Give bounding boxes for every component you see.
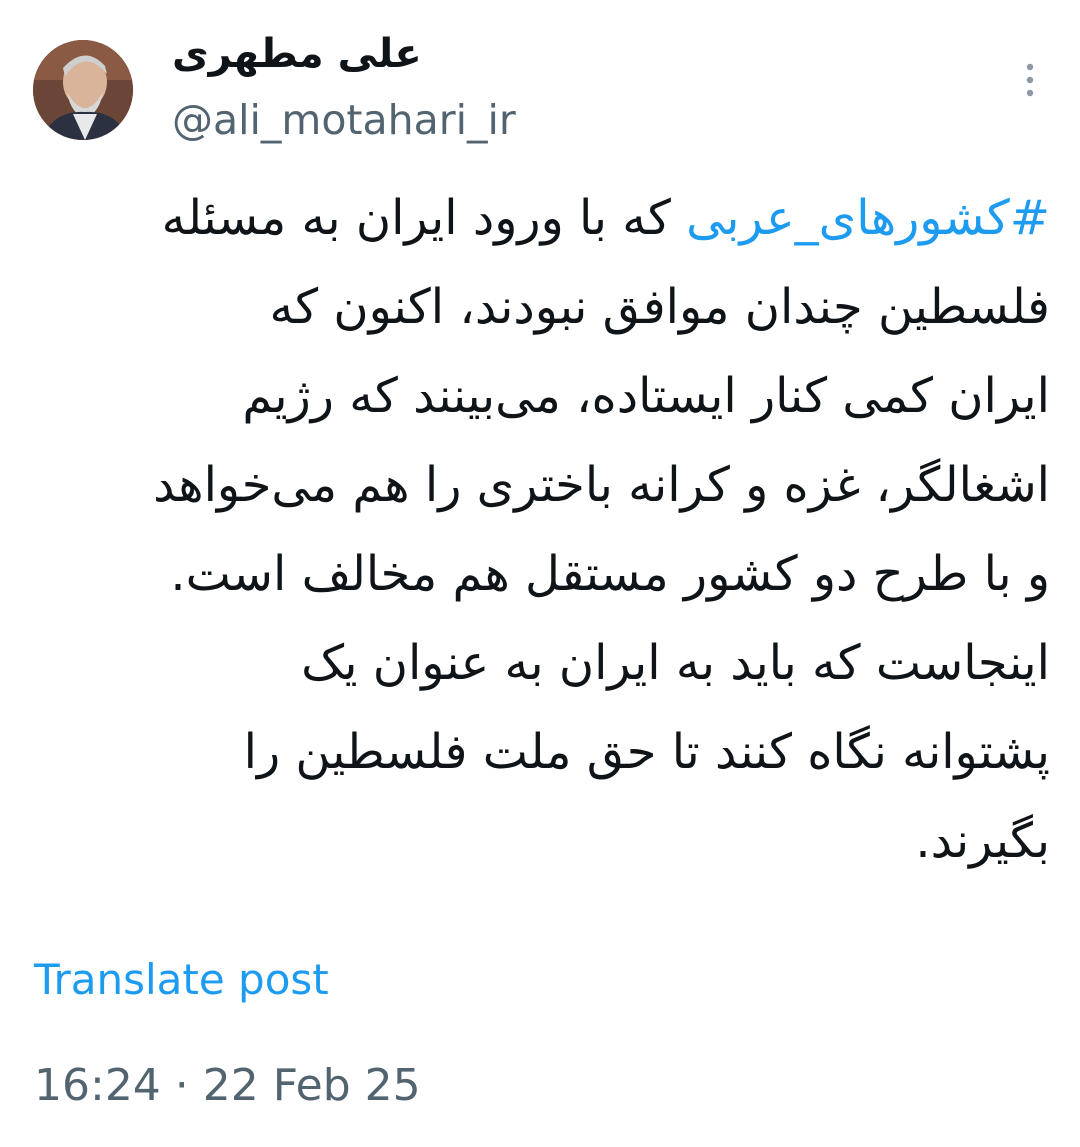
- tweet-text: #کشورهای_عربی که با ورود ایران به مسئله …: [30, 174, 1050, 886]
- tweet-line: و با طرح دو کشور مستقل هم مخالف است.: [170, 546, 1050, 602]
- more-vertical-icon: [1026, 63, 1034, 97]
- post-timestamp[interactable]: 16:24 · 22 Feb 25: [34, 1058, 421, 1114]
- more-button[interactable]: [1012, 55, 1048, 105]
- tweet-line: اشغالگر، غزه و کرانه باختری را هم می‌خوا…: [153, 457, 1050, 513]
- tweet-line: فلسطین چندان موافق نبودند، اکنون که: [269, 279, 1050, 335]
- author-handle[interactable]: @ali_motahari_ir: [172, 94, 516, 146]
- hashtag-link[interactable]: #کشورهای_عربی: [686, 190, 1050, 246]
- avatar-image: [33, 40, 133, 140]
- tweet-line: بگیرند.: [915, 813, 1050, 869]
- tweet-line: ایران کمی کنار ایستاده، می‌بینند که رژیم: [242, 368, 1050, 424]
- tweet-line: #کشورهای_عربی که با ورود ایران به مسئله: [30, 174, 1050, 263]
- tweet-line-text: که با ورود ایران به مسئله: [161, 190, 687, 246]
- tweet-line: پشتوانه نگاه کنند تا حق ملت فلسطین را: [243, 724, 1050, 780]
- translate-post-link[interactable]: Translate post: [34, 952, 329, 1008]
- avatar[interactable]: [33, 40, 133, 140]
- tweet-line: اینجاست که باید به ایران به عنوان یک: [301, 635, 1050, 691]
- author-display-name[interactable]: علی مطهری: [172, 28, 472, 80]
